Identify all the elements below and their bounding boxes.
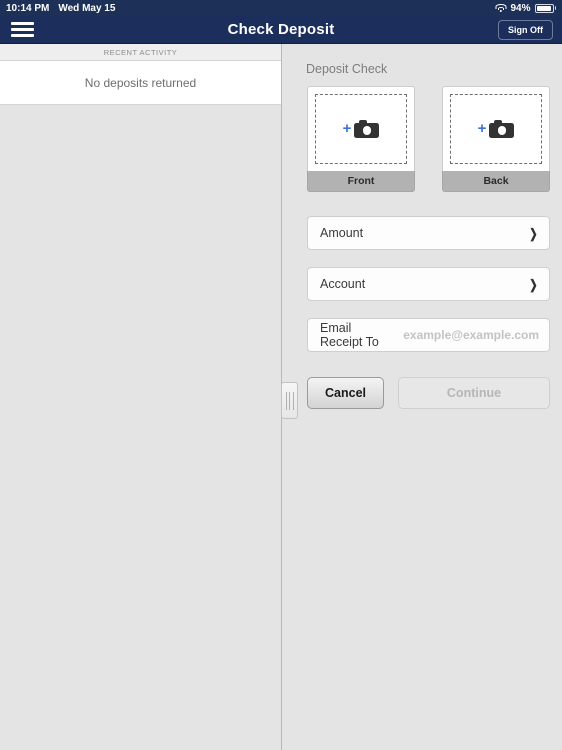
deposit-check-title: Deposit Check <box>306 62 388 76</box>
capture-card-back[interactable]: + Back <box>442 86 550 192</box>
back-card-label: Back <box>442 171 550 192</box>
split-view-drag-handle[interactable] <box>281 382 298 419</box>
cancel-button[interactable]: Cancel <box>307 377 384 409</box>
status-date: Wed May 15 <box>58 2 116 14</box>
battery-icon <box>534 3 556 13</box>
status-bar-left: 10:14 PM Wed May 15 <box>6 3 115 14</box>
hamburger-menu-icon[interactable] <box>0 16 44 44</box>
add-back-plus-icon: + <box>477 120 487 137</box>
wifi-icon <box>495 3 507 13</box>
camera-icon <box>354 120 380 138</box>
front-capture-area[interactable]: + <box>307 86 415 171</box>
recent-activity-header: RECENT ACTIVITY <box>0 44 281 61</box>
amount-field-row[interactable]: Amount ❯ <box>307 216 550 250</box>
status-time: 10:14 PM <box>6 2 50 14</box>
chevron-right-icon: ❯ <box>529 225 538 241</box>
front-dashed-frame: + <box>315 94 407 164</box>
continue-button[interactable]: Continue <box>398 377 550 409</box>
back-capture-area[interactable]: + <box>442 86 550 171</box>
battery-percent-label: 94% <box>510 2 531 14</box>
camera-icon <box>489 120 515 138</box>
deposit-check-pane: Deposit Check + Front + Back Amount ❯ Ac… <box>283 44 562 750</box>
add-front-plus-icon: + <box>342 120 352 137</box>
amount-label: Amount <box>320 226 364 240</box>
empty-state-row: No deposits returned <box>0 61 281 105</box>
front-card-label: Front <box>307 171 415 192</box>
account-field-row[interactable]: Account ❯ <box>307 267 550 301</box>
status-bar: 10:14 PM Wed May 15 94% <box>0 0 562 16</box>
chevron-right-icon: ❯ <box>529 276 538 292</box>
email-receipt-row[interactable]: Email Receipt To example@example.com <box>307 318 550 352</box>
navigation-bar: Check Deposit Sign Off <box>0 16 562 44</box>
check-capture-cards: + Front + Back <box>283 86 562 192</box>
recent-activity-pane: RECENT ACTIVITY No deposits returned <box>0 44 282 750</box>
account-label: Account <box>320 277 366 291</box>
page-title: Check Deposit <box>227 21 335 38</box>
deposit-form: Amount ❯ Account ❯ Email Receipt To exam… <box>283 192 562 352</box>
back-dashed-frame: + <box>450 94 542 164</box>
email-receipt-input[interactable]: example@example.com <box>403 328 539 342</box>
form-action-buttons: Cancel Continue <box>283 369 562 409</box>
sign-off-button[interactable]: Sign Off <box>498 19 553 40</box>
capture-card-front[interactable]: + Front <box>307 86 415 192</box>
status-bar-right: 94% <box>495 3 556 14</box>
email-receipt-label: Email Receipt To <box>320 321 379 349</box>
